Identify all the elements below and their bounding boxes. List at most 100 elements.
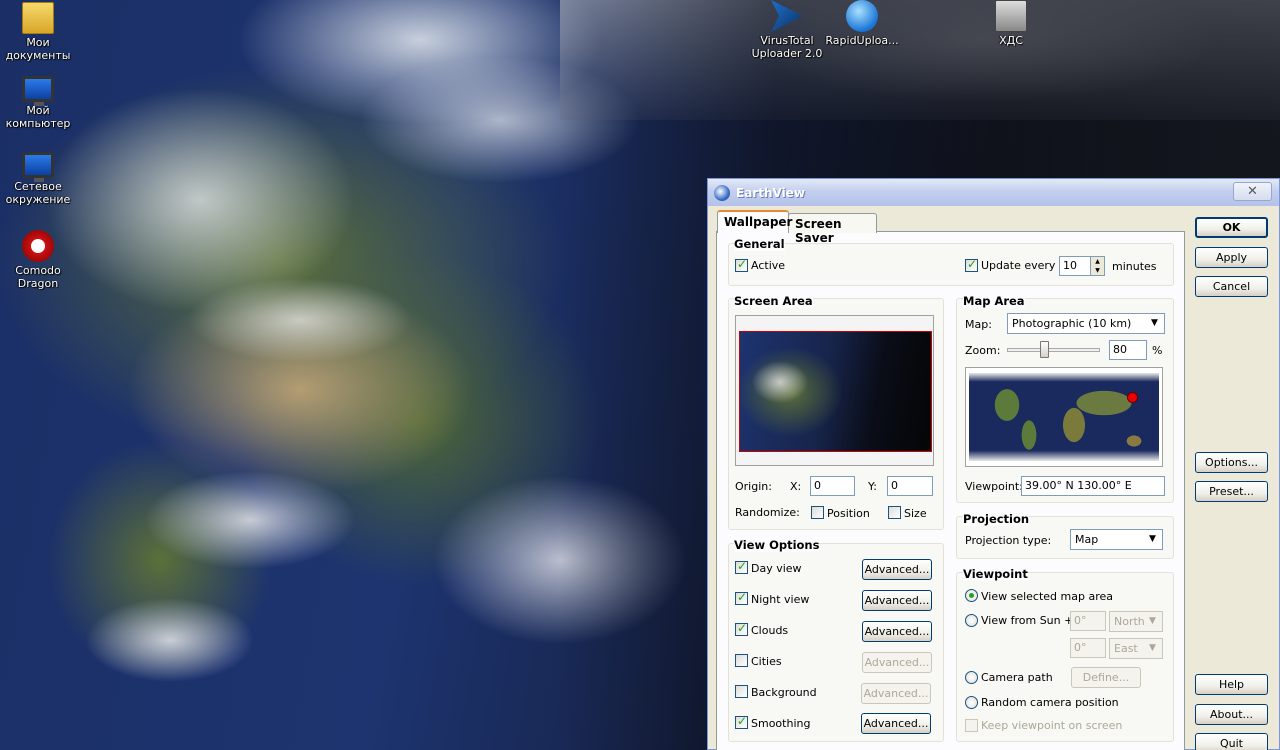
active-checkbox[interactable] [735, 257, 748, 272]
sun-longitude-direction-select[interactable]: East ▼ [1109, 638, 1163, 659]
desktop-icon-label: Мой компьютер [5, 104, 71, 130]
projection-title: Projection [963, 512, 1030, 526]
window-title: EarthView [736, 186, 805, 200]
world-map-image[interactable] [969, 373, 1159, 461]
background-checkbox[interactable] [735, 685, 748, 698]
desktop-icon-hds[interactable]: ХДС [973, 0, 1049, 47]
help-button[interactable]: Help [1195, 674, 1268, 695]
close-button[interactable]: ✕ [1233, 182, 1272, 201]
zoom-input[interactable]: 80 [1109, 340, 1147, 360]
desktop-icon-label: VirusTotal Uploader 2.0 [751, 34, 823, 60]
randomize-label: Randomize: [735, 506, 800, 519]
sun-longitude-direction-value: East [1114, 642, 1138, 655]
desktop-icon-label: Сетевое окружение [5, 180, 71, 206]
background-advanced-button[interactable]: Advanced... [861, 683, 931, 704]
viewpoint-title: Viewpoint [963, 567, 1028, 581]
world-map-preview[interactable] [965, 367, 1163, 467]
browser-icon [22, 230, 54, 262]
viewpoint-marker-icon[interactable] [1127, 392, 1138, 403]
sun-latitude-direction-value: North [1114, 615, 1145, 628]
zoom-slider-track[interactable] [1007, 348, 1100, 352]
quit-button[interactable]: Quit [1195, 733, 1268, 750]
origin-x-label: X: [790, 480, 802, 493]
smoothing-label: Smoothing [751, 717, 811, 730]
clouds-label: Clouds [751, 624, 789, 637]
update-interval-spinner[interactable]: ▲ ▼ [1090, 256, 1105, 276]
program-icon [995, 0, 1027, 32]
origin-y-input[interactable]: 0 [887, 476, 933, 496]
camera-path-radio[interactable] [965, 671, 978, 684]
cities-checkbox[interactable] [735, 654, 748, 667]
projection-type-value: Map [1075, 533, 1099, 546]
update-every-checkbox[interactable] [965, 257, 978, 272]
origin-x-input[interactable]: 0 [810, 476, 855, 496]
desktop-icon-label: Comodo Dragon [15, 264, 61, 290]
night-view-advanced-button[interactable]: Advanced... [862, 590, 932, 611]
smoothing-advanced-button[interactable]: Advanced... [861, 713, 931, 734]
apply-button[interactable]: Apply [1195, 247, 1268, 268]
spin-down-icon[interactable]: ▼ [1091, 266, 1104, 275]
desktop-icon-network[interactable]: Сетевое окружение [0, 152, 76, 206]
virustotal-icon [771, 0, 803, 32]
random-camera-label: Random camera position [981, 696, 1119, 709]
preset-button[interactable]: Preset... [1195, 481, 1268, 502]
zoom-slider-thumb[interactable] [1040, 341, 1049, 358]
dropdown-arrow-icon: ▼ [1151, 318, 1158, 328]
smoothing-checkbox[interactable] [735, 714, 748, 729]
clouds-checkbox[interactable] [735, 621, 748, 636]
define-camera-path-button[interactable]: Define... [1071, 667, 1141, 688]
day-view-advanced-button[interactable]: Advanced... [862, 559, 932, 580]
night-view-checkbox[interactable] [735, 590, 748, 605]
spin-up-icon[interactable]: ▲ [1091, 257, 1104, 266]
upload-icon [846, 0, 878, 32]
map-label: Map: [965, 318, 992, 331]
desktop-icon-comodo-dragon[interactable]: Comodo Dragon [0, 230, 76, 290]
update-every-label: Update every [981, 259, 1056, 272]
viewpoint-label: Viewpoint: [965, 480, 1023, 493]
view-selected-radio[interactable] [965, 589, 978, 602]
desktop-icon-rapidupload[interactable]: RapidUploa... [824, 0, 900, 47]
desktop-icon-my-computer[interactable]: Мой компьютер [0, 76, 76, 130]
tab-screen-saver[interactable]: Screen Saver [788, 213, 877, 245]
night-view-label: Night view [751, 593, 810, 606]
zoom-label: Zoom: [965, 344, 1001, 357]
tab-wallpaper[interactable]: Wallpaper [717, 210, 792, 233]
background-label: Background [751, 686, 817, 699]
sun-latitude-direction-select[interactable]: North ▼ [1109, 611, 1163, 632]
clouds-advanced-button[interactable]: Advanced... [862, 621, 932, 642]
random-camera-radio[interactable] [965, 696, 978, 709]
update-interval-input[interactable]: 10 [1059, 256, 1091, 276]
view-from-sun-radio[interactable] [965, 614, 978, 627]
sun-latitude-input[interactable]: 0° [1070, 611, 1106, 631]
cancel-button[interactable]: Cancel [1195, 276, 1268, 297]
screen-area-title: Screen Area [734, 294, 813, 308]
screen-area-selection[interactable] [739, 331, 932, 452]
randomize-position-label: Position [827, 507, 870, 520]
about-button[interactable]: About... [1195, 704, 1268, 725]
map-area-title: Map Area [963, 294, 1025, 308]
view-options-title: View Options [734, 538, 820, 552]
map-select[interactable]: Photographic (10 km) ▼ [1007, 313, 1165, 334]
projection-type-select[interactable]: Map ▼ [1070, 529, 1163, 550]
folder-icon [22, 2, 54, 34]
cities-label: Cities [751, 655, 782, 668]
day-view-checkbox[interactable] [735, 559, 748, 574]
keep-viewpoint-checkbox[interactable] [965, 719, 978, 732]
options-button[interactable]: Options... [1195, 452, 1268, 473]
camera-path-label: Camera path [981, 671, 1053, 684]
general-title: General [734, 237, 785, 251]
zoom-unit-label: % [1152, 344, 1163, 357]
randomize-position-checkbox[interactable] [811, 506, 824, 519]
title-bar[interactable]: EarthView ✕ [708, 179, 1279, 206]
ok-button[interactable]: OK [1195, 217, 1268, 238]
viewpoint-input[interactable]: 39.00° N 130.00° E [1021, 476, 1165, 496]
dropdown-arrow-icon: ▼ [1149, 534, 1156, 544]
screen-area-preview[interactable] [735, 315, 934, 466]
desktop-icon-virustotal[interactable]: VirusTotal Uploader 2.0 [747, 0, 827, 60]
desktop-icon-my-documents[interactable]: Мои документы [0, 2, 76, 62]
sun-longitude-input[interactable]: 0° [1070, 638, 1106, 658]
randomize-size-checkbox[interactable] [888, 506, 901, 519]
origin-label: Origin: [735, 480, 772, 493]
cities-advanced-button[interactable]: Advanced... [862, 652, 932, 673]
desktop-icon-label: ХДС [999, 34, 1023, 47]
